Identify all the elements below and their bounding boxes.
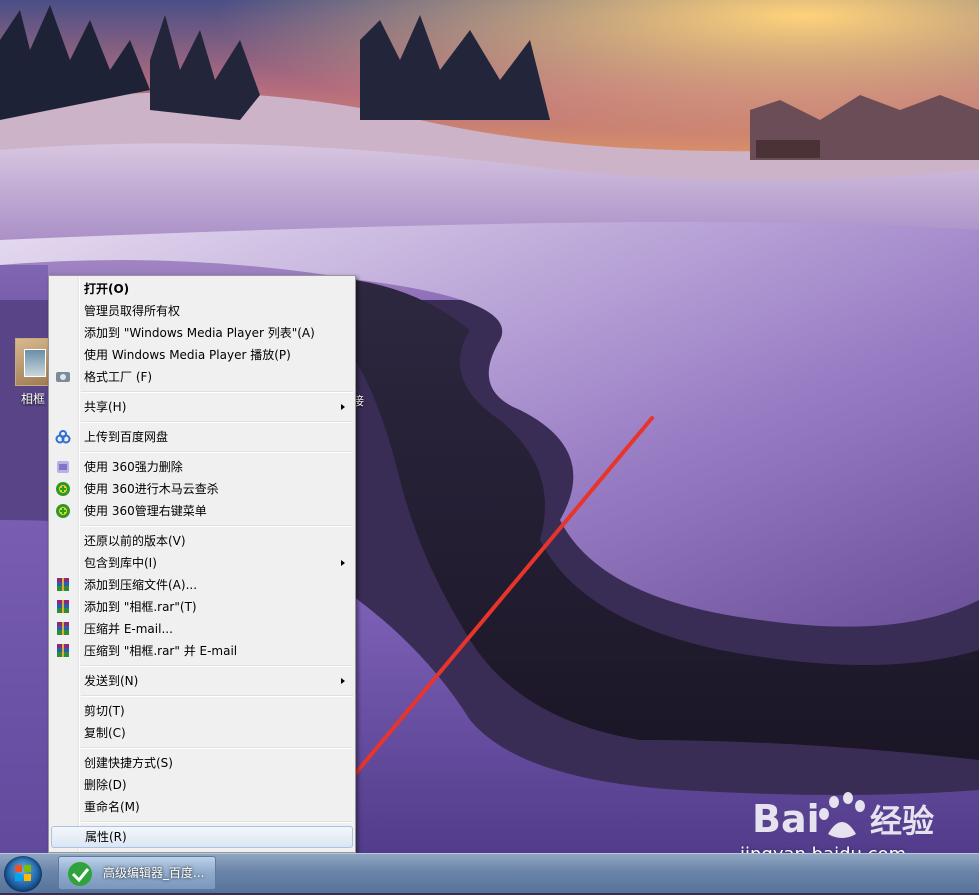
menu-item-label: 复制(C)	[84, 726, 126, 740]
menu-item-label: 压缩到 "相框.rar" 并 E-mail	[84, 644, 238, 658]
submenu-arrow-icon	[341, 678, 345, 684]
menu-item-label: 管理员取得所有权	[84, 304, 181, 318]
360-scan-icon	[55, 481, 71, 497]
menu-separator	[49, 818, 355, 826]
winrar-icon	[55, 599, 71, 615]
menu-item-label: 删除(D)	[84, 778, 127, 792]
menu-item-21[interactable]: 发送到(N)	[49, 670, 355, 692]
menu-item-1[interactable]: 管理员取得所有权	[49, 300, 355, 322]
menu-item-27[interactable]: 删除(D)	[49, 774, 355, 796]
menu-separator	[49, 744, 355, 752]
windows-logo-icon	[15, 865, 31, 881]
svg-text:Bai: Bai	[752, 797, 820, 841]
menu-item-label: 发送到(N)	[84, 674, 139, 688]
menu-item-18[interactable]: 压缩并 E-mail...	[49, 618, 355, 640]
menu-item-26[interactable]: 创建快捷方式(S)	[49, 752, 355, 774]
menu-item-label: 打开(O)	[84, 282, 130, 296]
menu-item-label: 添加到压缩文件(A)...	[84, 578, 198, 592]
menu-item-10[interactable]: 使用 360强力删除	[49, 456, 355, 478]
menu-item-label: 使用 360强力删除	[84, 460, 183, 474]
menu-separator	[49, 662, 355, 670]
menu-item-label: 添加到 "相框.rar"(T)	[84, 600, 197, 614]
desktop-icon-photo-frame[interactable]: 相框	[14, 336, 52, 408]
menu-separator	[49, 418, 355, 426]
menu-item-label: 上传到百度网盘	[84, 430, 169, 444]
baidu-paw-logo-icon: Bai 经验	[752, 792, 934, 841]
submenu-arrow-icon	[341, 404, 345, 410]
menu-item-label: 共享(H)	[84, 400, 127, 414]
menu-item-label: 压缩并 E-mail...	[84, 622, 173, 636]
menu-item-30[interactable]: 属性(R)	[51, 826, 353, 848]
menu-separator	[49, 388, 355, 396]
menu-separator	[49, 448, 355, 456]
svg-text:经验: 经验	[870, 802, 934, 840]
winrar-icon	[55, 577, 71, 593]
menu-item-19[interactable]: 压缩到 "相框.rar" 并 E-mail	[49, 640, 355, 662]
menu-item-11[interactable]: 使用 360进行木马云查杀	[49, 478, 355, 500]
menu-item-14[interactable]: 还原以前的版本(V)	[49, 530, 355, 552]
menu-item-label: 添加到 "Windows Media Player 列表"(A)	[84, 326, 315, 340]
menu-item-23[interactable]: 剪切(T)	[49, 700, 355, 722]
context-menu: 打开(O) 管理员取得所有权添加到 "Windows Media Player 列…	[48, 275, 356, 853]
menu-item-2[interactable]: 添加到 "Windows Media Player 列表"(A)	[49, 322, 355, 344]
format-factory-icon	[55, 369, 71, 385]
menu-item-label: 使用 360进行木马云查杀	[84, 482, 219, 496]
menu-separator	[49, 692, 355, 700]
menu-separator	[49, 522, 355, 530]
menu-item-8[interactable]: 上传到百度网盘	[49, 426, 355, 448]
taskbar: 高级编辑器_百度...	[0, 853, 979, 893]
menu-item-label: 使用 360管理右键菜单	[84, 504, 207, 518]
menu-item-label: 剪切(T)	[84, 704, 125, 718]
360-shred-icon	[55, 459, 71, 475]
start-button[interactable]	[4, 856, 42, 892]
menu-item-3[interactable]: 使用 Windows Media Player 播放(P)	[49, 344, 355, 366]
taskbar-item-browser[interactable]: 高级编辑器_百度...	[58, 856, 216, 890]
menu-item-label: 使用 Windows Media Player 播放(P)	[84, 348, 291, 362]
winrar-icon	[55, 621, 71, 637]
winrar-icon	[55, 643, 71, 659]
menu-item-16[interactable]: 添加到压缩文件(A)...	[49, 574, 355, 596]
menu-item-label: 创建快捷方式(S)	[84, 756, 173, 770]
submenu-arrow-icon	[341, 560, 345, 566]
menu-item-label: 格式工厂 (F)	[84, 370, 153, 384]
taskbar-item-label: 高级编辑器_百度...	[103, 866, 205, 880]
menu-item-label: 还原以前的版本(V)	[84, 534, 186, 548]
menu-item-4[interactable]: 格式工厂 (F)	[49, 366, 355, 388]
menu-item-label: 重命名(M)	[84, 800, 140, 814]
photo-thumbnail-icon	[15, 338, 51, 386]
menu-item-17[interactable]: 添加到 "相框.rar"(T)	[49, 596, 355, 618]
desktop-icon-label: 相框	[20, 392, 45, 406]
menu-item-28[interactable]: 重命名(M)	[49, 796, 355, 818]
360-menu-icon	[55, 503, 71, 519]
menu-item-label: 属性(R)	[85, 830, 127, 844]
menu-item-6[interactable]: 共享(H)	[49, 396, 355, 418]
menu-item-15[interactable]: 包含到库中(I)	[49, 552, 355, 574]
menu-item-0[interactable]: 打开(O)	[49, 278, 355, 300]
menu-item-label: 包含到库中(I)	[84, 556, 157, 570]
browser-icon	[68, 862, 92, 886]
baidu-netdisk-icon	[55, 429, 71, 445]
menu-item-24[interactable]: 复制(C)	[49, 722, 355, 744]
menu-item-12[interactable]: 使用 360管理右键菜单	[49, 500, 355, 522]
